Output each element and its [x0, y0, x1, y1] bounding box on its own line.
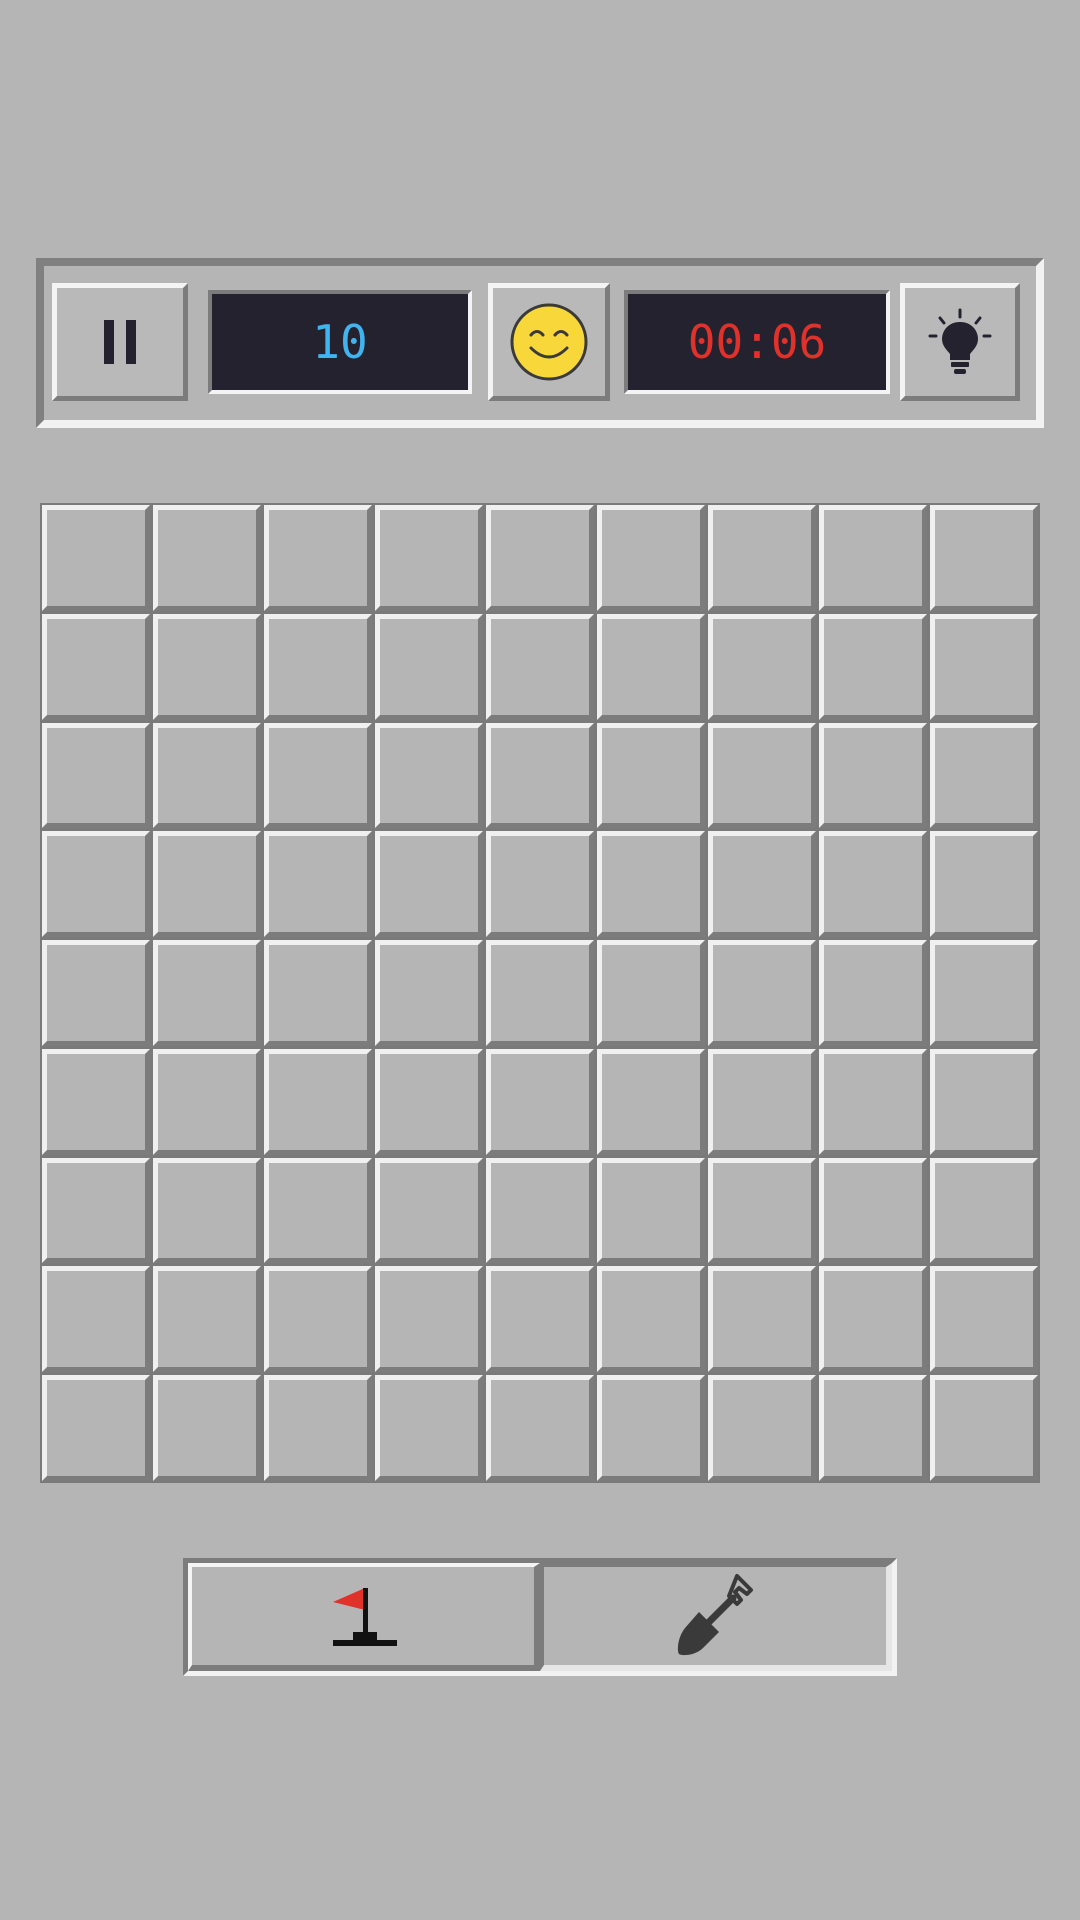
mine-cell[interactable]	[708, 1266, 816, 1373]
mine-cell[interactable]	[819, 505, 927, 611]
mine-cell[interactable]	[819, 1266, 927, 1373]
mine-cell[interactable]	[42, 505, 150, 611]
mine-cell[interactable]	[486, 722, 594, 829]
mine-cell[interactable]	[42, 722, 150, 829]
mine-cell[interactable]	[930, 613, 1038, 720]
shovel-icon	[677, 1574, 753, 1656]
mine-cell[interactable]	[375, 722, 483, 829]
mine-cell[interactable]	[42, 1375, 150, 1481]
mine-cell[interactable]	[375, 1266, 483, 1373]
mine-cell[interactable]	[375, 1375, 483, 1481]
mine-cell[interactable]	[486, 1157, 594, 1264]
mine-cell[interactable]	[375, 831, 483, 938]
mine-cell[interactable]	[930, 1048, 1038, 1155]
mine-cell[interactable]	[819, 613, 927, 720]
mine-cell[interactable]	[597, 831, 705, 938]
mine-cell[interactable]	[708, 505, 816, 611]
mine-cell[interactable]	[486, 1375, 594, 1481]
timer-value: 00:06	[687, 315, 827, 369]
mine-cell[interactable]	[264, 1375, 372, 1481]
mode-toggle	[183, 1558, 897, 1676]
mine-cell[interactable]	[153, 940, 261, 1046]
reset-face-button[interactable]	[488, 283, 610, 401]
mine-cell[interactable]	[708, 831, 816, 938]
mine-counter-display: 10	[208, 290, 472, 394]
mine-cell[interactable]	[264, 940, 372, 1046]
timer-display: 00:06	[624, 290, 890, 394]
lightbulb-icon	[928, 308, 992, 374]
mine-cell[interactable]	[708, 940, 816, 1046]
mine-cell[interactable]	[153, 613, 261, 720]
pause-icon	[104, 320, 136, 364]
mine-cell[interactable]	[153, 831, 261, 938]
mine-cell[interactable]	[486, 613, 594, 720]
mine-cell[interactable]	[375, 940, 483, 1046]
mine-cell[interactable]	[819, 722, 927, 829]
game-screen: 10 00:06	[0, 0, 1080, 1920]
mine-cell[interactable]	[42, 940, 150, 1046]
mine-cell[interactable]	[42, 613, 150, 720]
mine-cell[interactable]	[597, 613, 705, 720]
mine-cell[interactable]	[819, 831, 927, 938]
mine-cell[interactable]	[42, 1266, 150, 1373]
mine-cell[interactable]	[597, 1266, 705, 1373]
mine-cell[interactable]	[153, 1157, 261, 1264]
mine-cell[interactable]	[264, 1048, 372, 1155]
mine-counter-value: 10	[312, 315, 368, 369]
mine-cell[interactable]	[819, 1048, 927, 1155]
mine-cell[interactable]	[264, 1266, 372, 1373]
mine-cell[interactable]	[930, 722, 1038, 829]
mine-cell[interactable]	[153, 505, 261, 611]
mine-cell[interactable]	[708, 1157, 816, 1264]
mine-cell[interactable]	[930, 831, 1038, 938]
mine-cell[interactable]	[708, 722, 816, 829]
flag-icon	[333, 1588, 397, 1646]
smiley-face-icon	[510, 303, 588, 381]
mine-cell[interactable]	[486, 1266, 594, 1373]
hint-button[interactable]	[900, 283, 1020, 401]
mine-cell[interactable]	[264, 505, 372, 611]
mine-cell[interactable]	[819, 1375, 927, 1481]
mine-cell[interactable]	[264, 613, 372, 720]
mine-cell[interactable]	[264, 831, 372, 938]
mine-cell[interactable]	[708, 1048, 816, 1155]
mine-cell[interactable]	[153, 1048, 261, 1155]
mine-cell[interactable]	[930, 1375, 1038, 1481]
mine-cell[interactable]	[42, 1157, 150, 1264]
mine-cell[interactable]	[708, 613, 816, 720]
mine-cell[interactable]	[375, 505, 483, 611]
minefield-grid	[40, 503, 1040, 1483]
mine-cell[interactable]	[42, 1048, 150, 1155]
flag-mode-button[interactable]	[188, 1563, 540, 1671]
mine-cell[interactable]	[264, 722, 372, 829]
mine-cell[interactable]	[597, 940, 705, 1046]
mine-cell[interactable]	[597, 505, 705, 611]
mine-cell[interactable]	[597, 1375, 705, 1481]
mine-cell[interactable]	[153, 1266, 261, 1373]
mine-cell[interactable]	[930, 940, 1038, 1046]
mine-cell[interactable]	[486, 831, 594, 938]
mine-cell[interactable]	[597, 722, 705, 829]
mine-cell[interactable]	[375, 613, 483, 720]
mine-cell[interactable]	[597, 1048, 705, 1155]
mine-cell[interactable]	[375, 1048, 483, 1155]
mine-cell[interactable]	[819, 1157, 927, 1264]
mine-cell[interactable]	[930, 1266, 1038, 1373]
mine-cell[interactable]	[930, 1157, 1038, 1264]
status-panel: 10 00:06	[36, 258, 1044, 428]
mine-cell[interactable]	[486, 940, 594, 1046]
mine-cell[interactable]	[930, 505, 1038, 611]
mine-cell[interactable]	[597, 1157, 705, 1264]
mine-cell[interactable]	[486, 505, 594, 611]
mine-cell[interactable]	[153, 722, 261, 829]
mine-cell[interactable]	[264, 1157, 372, 1264]
pause-button[interactable]	[52, 283, 188, 401]
mine-cell[interactable]	[153, 1375, 261, 1481]
mine-cell[interactable]	[486, 1048, 594, 1155]
mine-cell[interactable]	[375, 1157, 483, 1264]
mine-cell[interactable]	[42, 831, 150, 938]
mine-cell[interactable]	[708, 1375, 816, 1481]
mine-cell[interactable]	[819, 940, 927, 1046]
dig-mode-button[interactable]	[540, 1563, 892, 1671]
